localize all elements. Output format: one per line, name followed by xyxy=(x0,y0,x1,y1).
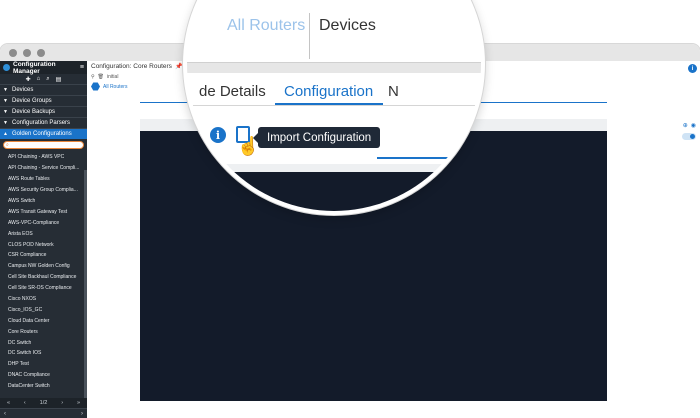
active-tab-indicator xyxy=(275,103,383,105)
list-item[interactable]: Campus NW Golden Config xyxy=(0,261,87,272)
sidebar-section-label: Configuration Parsers xyxy=(12,120,71,126)
hexagon-icon xyxy=(91,82,100,91)
list-item[interactable]: CSR Compliance xyxy=(0,250,87,261)
tab-partial[interactable]: N xyxy=(388,83,399,100)
sidebar-section-device-groups[interactable]: ▼ Device Groups xyxy=(0,95,87,106)
editor-header-zoomed xyxy=(187,164,481,172)
editor-gutter xyxy=(187,172,225,211)
import-configuration-tooltip: Import Configuration xyxy=(252,127,381,148)
tab-node-details[interactable]: de Details xyxy=(199,83,266,100)
search-icon: ⌕ xyxy=(6,142,9,148)
list-item[interactable]: API Chaining - Service Compli... xyxy=(0,163,87,174)
page-indicator: 1/2 xyxy=(39,400,48,406)
editor-toggle[interactable] xyxy=(682,133,696,140)
list-item[interactable]: DC Switch xyxy=(0,337,87,348)
list-item[interactable]: Core Routers xyxy=(0,326,87,337)
collapse-left-icon[interactable]: ‹ xyxy=(4,411,6,417)
tree-branch-icon: ⚲ xyxy=(91,73,95,80)
list-item[interactable]: AWS-VPC-Compliance xyxy=(0,217,87,228)
tree-node-label: All Routers xyxy=(103,83,128,90)
tree-node-label: initial xyxy=(107,73,119,80)
list-item[interactable]: Cisco NXOS xyxy=(0,294,87,305)
chevron-down-icon: ▼ xyxy=(3,87,8,93)
tab-bar-divider xyxy=(187,105,481,106)
add-icon[interactable]: ✚ xyxy=(26,76,31,83)
info-icon[interactable]: i xyxy=(688,64,697,73)
sidebar-section-device-backups[interactable]: ▼ Device Backups xyxy=(0,106,87,117)
breadcrumb-all-routers[interactable]: All Routers xyxy=(227,17,305,35)
list-item[interactable]: DataCenter Switch xyxy=(0,381,87,392)
tab-configuration[interactable]: Configuration xyxy=(284,83,373,100)
list-item[interactable]: DHP Test xyxy=(0,359,87,370)
sidebar-footer: ‹ › xyxy=(0,408,87,418)
list-item[interactable]: Cloud Data Center xyxy=(0,315,87,326)
app-title: Configuration Manager xyxy=(13,60,56,75)
magnifier-content: All Routers Devices de Details Configura… xyxy=(187,0,481,211)
list-item[interactable]: Arista EOS xyxy=(0,228,87,239)
home-icon[interactable]: ⌂ xyxy=(37,76,41,82)
last-page-icon[interactable]: » xyxy=(77,400,80,406)
sidebar-search-input[interactable]: ⌕ xyxy=(3,141,84,149)
toolbar-divider xyxy=(377,157,481,159)
select-checkbox[interactable] xyxy=(191,131,201,143)
chevron-down-icon: ▼ xyxy=(3,120,8,126)
page-title: Configuration: Core Routers xyxy=(91,63,172,70)
sidebar: Configuration Manager ≡ ✚ ⌂ ⌕ ▤ ▼ Device… xyxy=(0,61,87,418)
next-page-icon[interactable]: › xyxy=(61,400,63,406)
editor-toolbar: ⊕ ◉ xyxy=(683,122,696,129)
first-page-icon[interactable]: « xyxy=(7,400,10,406)
list-item[interactable]: AWS Route Tables xyxy=(0,174,87,185)
window-maximize-dot[interactable] xyxy=(37,48,45,57)
list-item[interactable]: API Chaining - AWS VPC xyxy=(0,152,87,163)
sidebar-section-label: Device Backups xyxy=(12,109,56,115)
eye-icon[interactable]: ◉ xyxy=(691,122,696,129)
document-icon[interactable]: ▤ xyxy=(56,76,62,83)
zoom-magnifier: All Routers Devices de Details Configura… xyxy=(183,0,485,215)
trash-icon[interactable]: 🗑 xyxy=(98,74,104,80)
pin-icon[interactable]: 📌 xyxy=(175,63,182,70)
tab-bar: de Details Configuration N xyxy=(187,75,481,105)
code-icon[interactable]: ⊕ xyxy=(683,122,688,129)
line-number: 1 xyxy=(199,174,206,188)
hamburger-menu-icon[interactable]: ≡ xyxy=(80,64,84,71)
window-titlebar-zoomed xyxy=(187,63,481,73)
list-item[interactable]: AWS Switch xyxy=(0,196,87,207)
chevron-down-icon: ▼ xyxy=(3,109,8,115)
golden-config-list: API Chaining - AWS VPC API Chaining - Se… xyxy=(0,152,87,392)
chevron-down-icon: ▼ xyxy=(3,98,8,104)
list-item[interactable]: Cell Site SR-OS Compliance xyxy=(0,283,87,294)
sidebar-pager: « ‹ 1/2 › » xyxy=(0,398,87,408)
breadcrumb-devices[interactable]: Devices xyxy=(319,17,376,35)
prev-page-icon[interactable]: ‹ xyxy=(24,400,26,406)
sidebar-section-devices[interactable]: ▼ Devices xyxy=(0,84,87,95)
sidebar-section-label: Devices xyxy=(12,87,34,93)
window-close-dot[interactable] xyxy=(9,48,17,57)
list-item[interactable]: AWS Transit Gateway Test xyxy=(0,206,87,217)
sidebar-section-golden-configurations[interactable]: ▲ Golden Configurations xyxy=(0,128,87,139)
app-logo-icon xyxy=(3,64,10,71)
list-item[interactable]: AWS Security Group Complia... xyxy=(0,185,87,196)
breadcrumb-separator xyxy=(309,13,310,59)
info-icon[interactable]: i xyxy=(210,127,226,143)
sidebar-section-label: Golden Configurations xyxy=(12,131,72,137)
list-item[interactable]: Cisco_IOS_GC xyxy=(0,304,87,315)
window-minimize-dot[interactable] xyxy=(23,48,31,57)
config-editor-zoomed[interactable] xyxy=(225,172,481,211)
sidebar-toolbar: ✚ ⌂ ⌕ ▤ xyxy=(0,74,87,84)
sidebar-section-label: Device Groups xyxy=(12,98,52,104)
search-icon[interactable]: ⌕ xyxy=(46,76,49,83)
list-item[interactable]: Cell Site Backhaul Compliance xyxy=(0,272,87,283)
list-item[interactable]: CLOS POD Network xyxy=(0,239,87,250)
expand-right-icon[interactable]: › xyxy=(81,411,83,417)
list-item[interactable]: DC Switch IOS xyxy=(0,348,87,359)
hand-pointer-cursor-icon: ☝ xyxy=(237,136,260,156)
chevron-up-icon: ▲ xyxy=(3,131,8,137)
sidebar-section-configuration-parsers[interactable]: ▼ Configuration Parsers xyxy=(0,117,87,128)
list-item[interactable]: DNAC Compliance xyxy=(0,370,87,381)
sidebar-header: Configuration Manager ≡ xyxy=(0,60,87,75)
